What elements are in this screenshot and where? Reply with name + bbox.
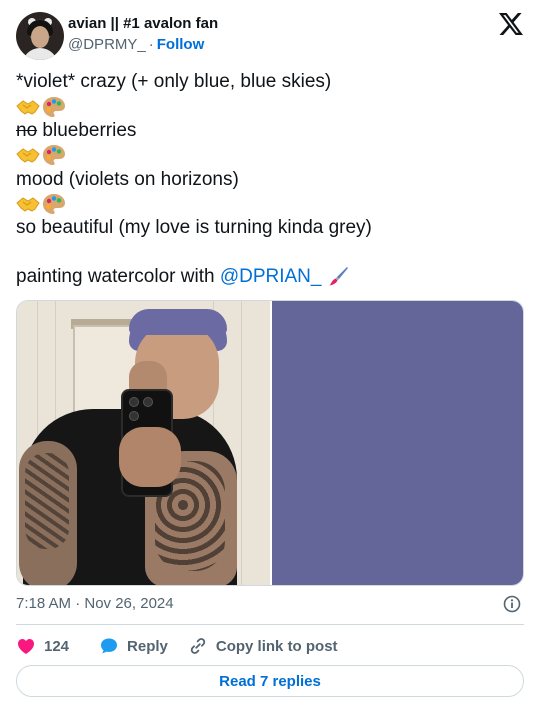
heart-icon [18,639,34,654]
emoji-row-2 [16,143,524,167]
link-icon [190,638,206,654]
text-line-2: no blueberries [16,119,524,143]
reply-label: Reply [127,637,168,655]
handshake-emoji [16,148,40,163]
timestamp[interactable]: 7:18 AM · Nov 26, 2024 [16,595,174,612]
avatar[interactable] [16,12,64,60]
tweet-text: *violet* crazy (+ only blue, blue skies)… [16,70,524,290]
like-button[interactable]: 124 [16,634,69,658]
artist-palette-emoji [43,96,65,117]
painting-text: painting watercolor with [16,266,220,288]
handshake-emoji [16,197,40,212]
copy-link-button[interactable]: Copy link to post [188,634,338,658]
emoji-row-3 [16,192,524,216]
author-handle-line: @DPRMY_ · Follow [68,36,204,53]
blueberries-text: blueberries [37,119,137,141]
text-line-3: mood (violets on horizons) [16,168,239,190]
text-line-4: so beautiful (my love is turning kinda g… [16,217,372,239]
reply-button[interactable]: Reply [99,634,168,658]
handshake-emoji [16,99,40,115]
tweet-card: avian || #1 avalon fan @DPRMY_ · Follow *v… [0,0,540,712]
read-replies-button[interactable]: Read 7 replies [16,665,524,697]
like-count: 124 [44,637,70,655]
x-logo-icon[interactable] [499,13,523,35]
text-line-1: *violet* crazy (+ only blue, blue skies) [16,71,332,92]
media-grid[interactable] [16,300,524,586]
artist-palette-emoji [43,145,65,166]
text-line-5: painting watercolor with @DPRIAN_ [16,265,524,289]
paintbrush-emoji [329,267,349,286]
artist-palette-emoji [43,194,65,215]
action-bar: 124 Reply Copy link to post [16,634,338,658]
mirror-selfie-photo[interactable] [17,301,270,585]
emoji-row-1 [16,94,524,118]
separator-dot: · [148,36,154,53]
violet-color-swatch[interactable] [272,301,523,585]
reply-bubble-icon [101,638,118,654]
copy-link-label: Copy link to post [215,637,338,655]
author-handle[interactable]: @DPRMY_ [68,36,146,53]
author-name[interactable]: avian || #1 avalon fan [68,15,218,32]
mention-link[interactable]: @DPRIAN_ [220,266,322,287]
divider [16,624,524,625]
follow-button[interactable]: Follow [157,36,205,53]
info-icon[interactable] [503,595,521,613]
struck-word: no [16,119,38,141]
